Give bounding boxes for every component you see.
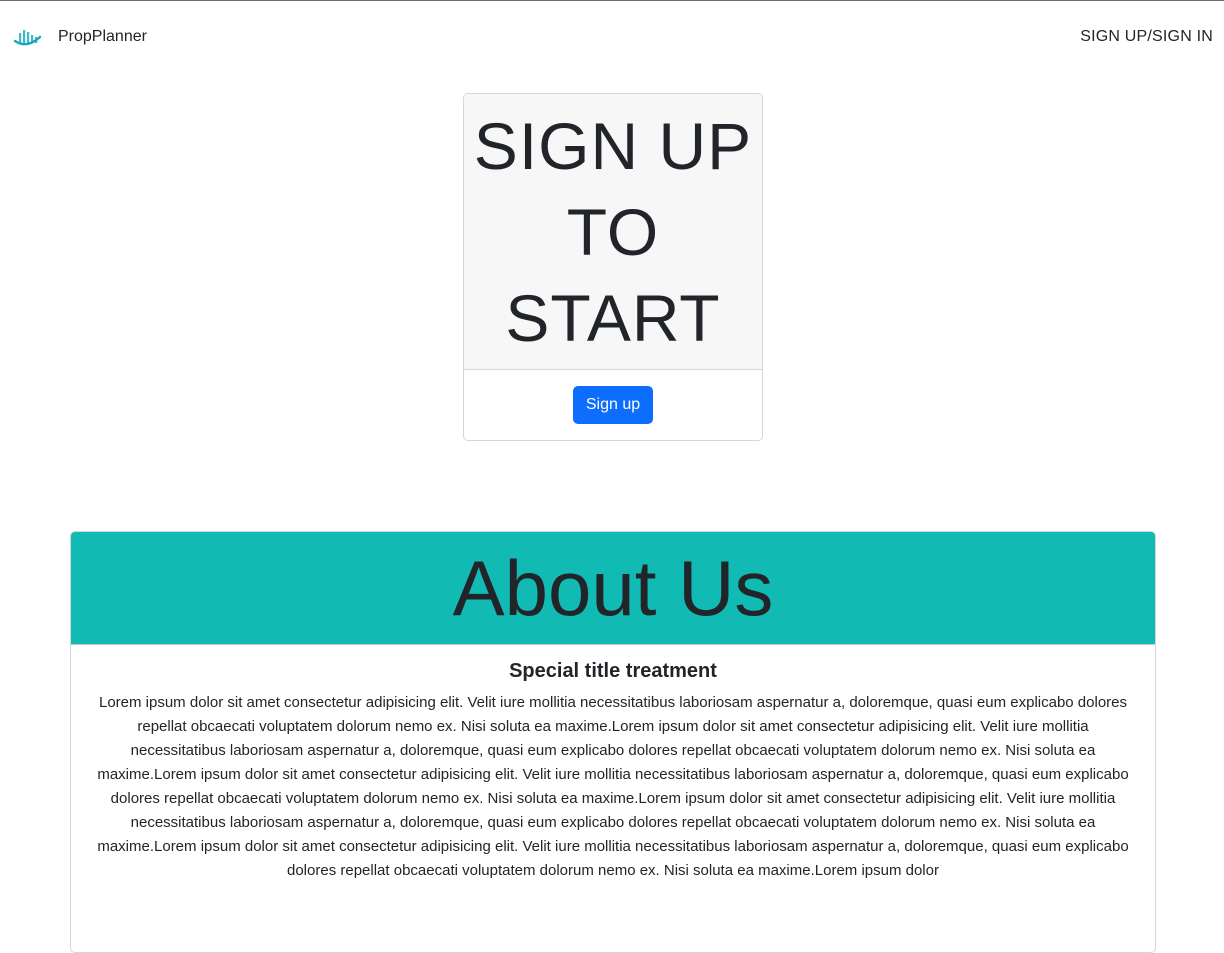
sign-up-sign-in-link[interactable]: SIGN UP/SIGN IN xyxy=(1080,28,1213,46)
signup-heading-line-2: TO xyxy=(566,194,660,269)
about-heading: About Us xyxy=(452,544,774,632)
about-card-header: About Us xyxy=(71,532,1155,645)
about-subtitle: Special title treatment xyxy=(509,660,717,682)
signup-heading-line-1: SIGN UP xyxy=(473,108,753,183)
signup-card: SIGN UP TO START Sign up xyxy=(463,93,763,441)
about-body-text: Lorem ipsum dolor sit amet consectetur a… xyxy=(97,694,1129,879)
about-card-body: Special title treatment Lorem ipsum dolo… xyxy=(71,645,1155,883)
city-skyline-icon[interactable] xyxy=(12,25,42,51)
sign-up-button[interactable]: Sign up xyxy=(573,386,653,424)
about-card: About Us Special title treatment Lorem i… xyxy=(70,531,1156,953)
signup-heading-line-3: START xyxy=(505,280,721,355)
top-navbar: PropPlanner SIGN UP/SIGN IN xyxy=(0,1,1224,73)
signup-card-header: SIGN UP TO START xyxy=(464,94,762,370)
brand-name[interactable]: PropPlanner xyxy=(58,28,147,46)
signup-card-body: Sign up xyxy=(464,370,762,440)
